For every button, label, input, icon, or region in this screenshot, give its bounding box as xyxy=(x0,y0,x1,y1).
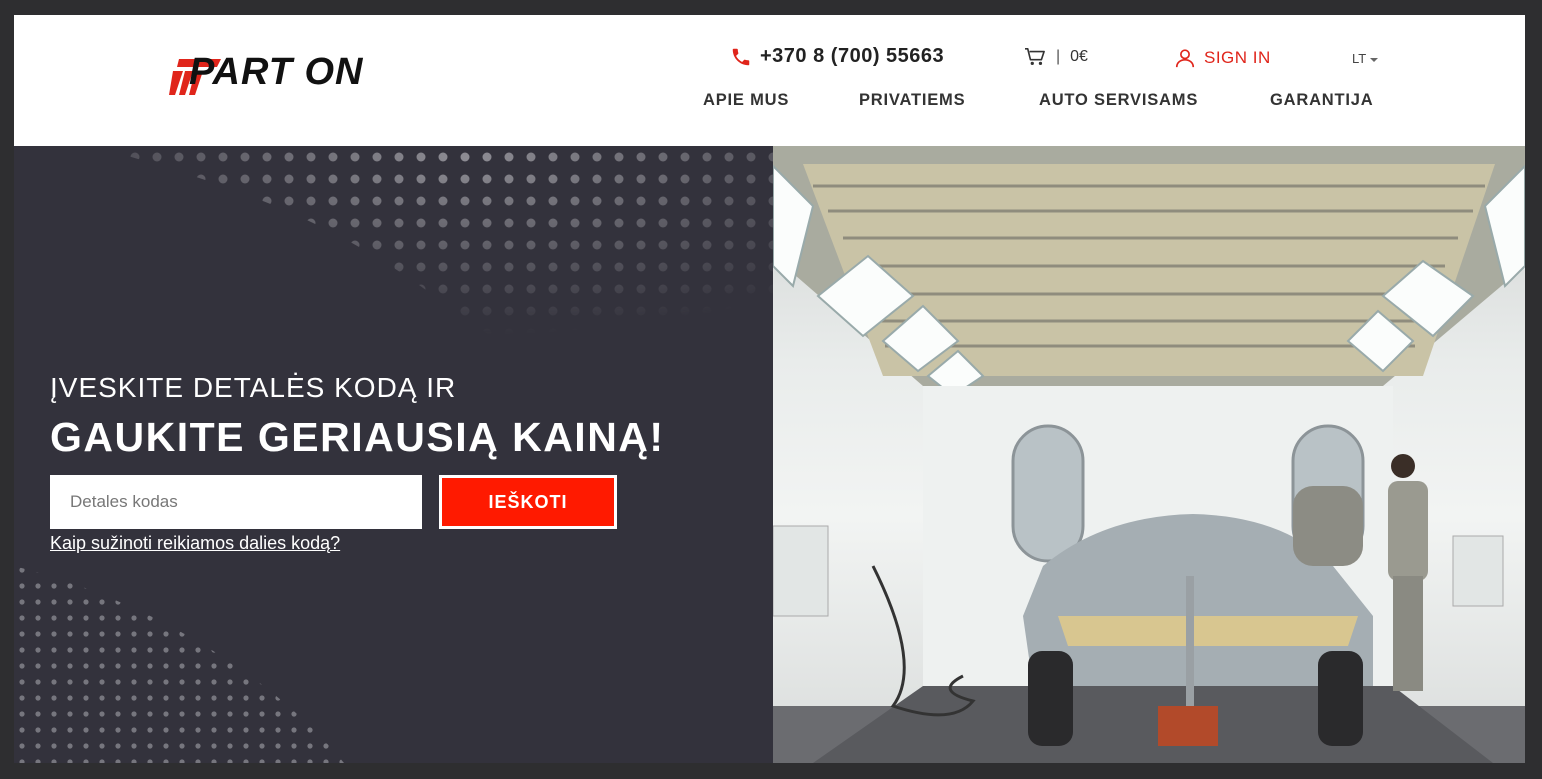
nav-item-privatiems[interactable]: PRIVATIEMS xyxy=(859,91,965,110)
nav-item-auto-servisams[interactable]: AUTO SERVISAMS xyxy=(1039,91,1198,110)
nav-item-garantija[interactable]: GARANTIJA xyxy=(1270,91,1373,110)
sign-in-link[interactable]: SIGN IN xyxy=(1174,47,1271,69)
language-selector[interactable]: LT xyxy=(1352,51,1378,66)
cart-separator: | xyxy=(1056,48,1061,65)
hero-heading-line2: GAUKITE GERIAUSIĄ KAINĄ! xyxy=(50,414,665,460)
phone-number: +370 8 (700) 55663 xyxy=(760,45,945,67)
hero-search-panel: ĮVESKITE DETALĖS KODĄ IR GAUKITE GERIAUS… xyxy=(14,146,773,763)
cart-icon xyxy=(1025,48,1045,65)
phone-contact[interactable]: +370 8 (700) 55663 xyxy=(730,45,944,68)
part-code-input[interactable] xyxy=(50,475,422,529)
cart-button[interactable]: | 0€ xyxy=(1024,47,1088,67)
language-label: LT xyxy=(1352,51,1366,66)
paint-booth-photo xyxy=(773,146,1525,763)
browser-viewport: PART ON +370 8 (700) 55663 | 0€ SIGN IN … xyxy=(14,15,1525,763)
main-nav: APIE MUS PRIVATIEMS AUTO SERVISAMS GARAN… xyxy=(14,91,1525,115)
cart-total: 0€ xyxy=(1070,48,1088,65)
part-code-help-link[interactable]: Kaip sužinoti reikiamos dalies kodą? xyxy=(50,533,340,554)
nav-item-apie-mus[interactable]: APIE MUS xyxy=(703,91,789,110)
hero-photo-paint-booth xyxy=(773,146,1525,763)
user-icon xyxy=(1175,49,1195,68)
phone-icon xyxy=(732,48,750,65)
caret-down-icon xyxy=(1369,57,1378,62)
search-button[interactable]: IEŠKOTI xyxy=(439,475,617,529)
sign-in-label: SIGN IN xyxy=(1204,48,1271,67)
hero-heading-line1: ĮVESKITE DETALĖS KODĄ IR xyxy=(50,372,457,403)
site-header: PART ON +370 8 (700) 55663 | 0€ SIGN IN … xyxy=(14,15,1525,146)
